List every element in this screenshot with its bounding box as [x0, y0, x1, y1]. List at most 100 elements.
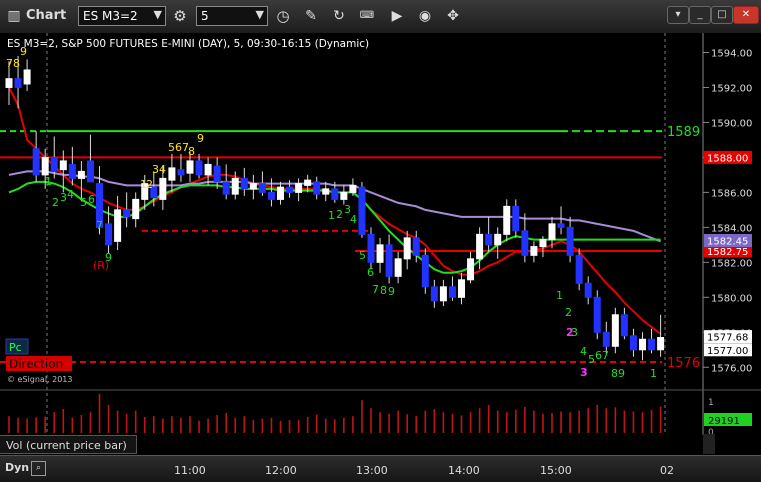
- count-label: 5: [80, 196, 87, 209]
- volume-bar: [361, 400, 363, 433]
- count-label: 2: [565, 306, 572, 319]
- count-label: 1: [45, 175, 52, 188]
- volume-bar: [107, 405, 110, 433]
- keyboard-icon[interactable]: ⌨: [358, 7, 376, 25]
- volume-bar: [379, 412, 381, 433]
- scrollbar[interactable]: [703, 434, 715, 454]
- volume-bar: [524, 407, 526, 433]
- candle-body: [467, 258, 475, 281]
- copyright: © eSignal, 2013: [7, 375, 72, 384]
- candle-body: [657, 337, 665, 351]
- volume-bar: [478, 408, 481, 433]
- volume-bar: [433, 409, 436, 433]
- count-label: 6: [595, 349, 602, 362]
- candle-body: [159, 177, 167, 200]
- minimize-button[interactable]: _: [689, 6, 711, 24]
- pencil-icon[interactable]: ✎: [302, 7, 320, 25]
- candle-body: [14, 78, 22, 88]
- volume-bar: [17, 417, 19, 433]
- gear-icon[interactable]: ⚙: [171, 7, 189, 25]
- candle-body: [566, 226, 574, 256]
- volume-bar: [632, 411, 635, 433]
- volume-bar: [243, 416, 246, 433]
- volume-bar: [578, 410, 580, 433]
- count-label: 9: [197, 132, 204, 145]
- price-tick-label: 1592.00: [711, 83, 752, 94]
- volume-value-label: 29191: [708, 416, 740, 427]
- candle-body: [168, 167, 176, 181]
- candle-body: [77, 170, 85, 179]
- candle-body: [548, 223, 556, 241]
- volume-bar: [225, 413, 227, 433]
- count-label-red: (R): [93, 259, 109, 272]
- app-title: Chart: [26, 8, 67, 23]
- volume-bar: [98, 393, 101, 433]
- volume-bar: [315, 414, 318, 433]
- crosshair-icon[interactable]: ✥: [444, 7, 462, 25]
- level-label: 1589: [667, 125, 700, 140]
- play-icon[interactable]: ▶: [388, 7, 406, 25]
- volume-bar: [270, 417, 273, 433]
- target-icon[interactable]: ◉: [416, 7, 434, 25]
- volume-bar: [451, 413, 454, 433]
- refresh-icon[interactable]: ↻: [330, 7, 348, 25]
- time-tick: 11:00: [174, 464, 206, 477]
- candle-body: [213, 165, 221, 183]
- volume-bar: [496, 410, 499, 433]
- title-bar: ▥ Chart ES M3=2 ▼ ⚙ 5 ▼ ◷ ✎ ↻ ⌨ ▶ ◉ ✥ ▾ …: [0, 0, 761, 34]
- price-tick-label: 1580.00: [711, 293, 752, 304]
- price-tick-label: 1586.00: [711, 188, 752, 199]
- window-menu-button[interactable]: ▾: [667, 6, 689, 24]
- price-badge-label: 1582.75: [707, 247, 748, 258]
- price-badge-label: 1577.00: [707, 346, 748, 357]
- magnifier-icon[interactable]: ⌕: [31, 461, 46, 476]
- volume-bar: [171, 416, 173, 433]
- chevron-down-icon[interactable]: ▼: [154, 8, 162, 21]
- count-label: 8: [188, 145, 195, 158]
- volume-bar: [8, 416, 10, 433]
- volume-bar: [424, 410, 427, 433]
- candle-body: [32, 148, 40, 176]
- close-button[interactable]: ✕: [733, 6, 759, 24]
- price-badge-label: 1577.68: [707, 333, 748, 344]
- count-label: 2: [146, 178, 153, 191]
- chart-area[interactable]: 1594.00 1592.00 1590.00 1588.00 1586.00 1584.…: [0, 33, 761, 455]
- candle-body: [304, 179, 312, 186]
- candle-body: [295, 183, 303, 193]
- volume-bar: [26, 418, 28, 433]
- chevron-down-icon[interactable]: ▼: [256, 8, 264, 21]
- volume-bar: [352, 416, 354, 433]
- volume-bar: [334, 419, 336, 433]
- candle-body: [430, 286, 438, 302]
- time-tick: 02: [660, 464, 674, 477]
- volume-bar: [551, 413, 553, 433]
- volume-bar: [388, 413, 390, 433]
- count-label: 1: [650, 367, 657, 380]
- volume-bar: [35, 417, 37, 433]
- candle-body: [23, 69, 31, 85]
- volume-bar: [605, 408, 608, 433]
- candle-body: [629, 335, 637, 351]
- candle-body: [41, 156, 49, 176]
- interval-input[interactable]: 5 ▼: [196, 6, 268, 26]
- volume-bar: [198, 420, 200, 433]
- candle-body: [439, 286, 447, 302]
- clock-icon[interactable]: ◷: [274, 7, 292, 25]
- volume-bar: [406, 414, 408, 433]
- price-tick-label: 1584.00: [711, 223, 752, 234]
- volume-bar: [587, 408, 589, 433]
- candle-body: [5, 78, 13, 88]
- symbol-input[interactable]: ES M3=2 ▼: [78, 6, 166, 26]
- interval-value: 5: [201, 9, 209, 23]
- maximize-button[interactable]: □: [711, 6, 733, 24]
- candle-body: [105, 223, 113, 246]
- candle-body: [249, 183, 257, 190]
- volume-bar: [469, 412, 472, 433]
- candle-body: [258, 183, 266, 193]
- volume-bar: [44, 416, 46, 433]
- candle-body: [331, 188, 339, 200]
- count-label: 567: [168, 141, 189, 154]
- volume-bar: [134, 410, 137, 433]
- volume-bar: [80, 415, 83, 433]
- candle-body: [222, 181, 230, 195]
